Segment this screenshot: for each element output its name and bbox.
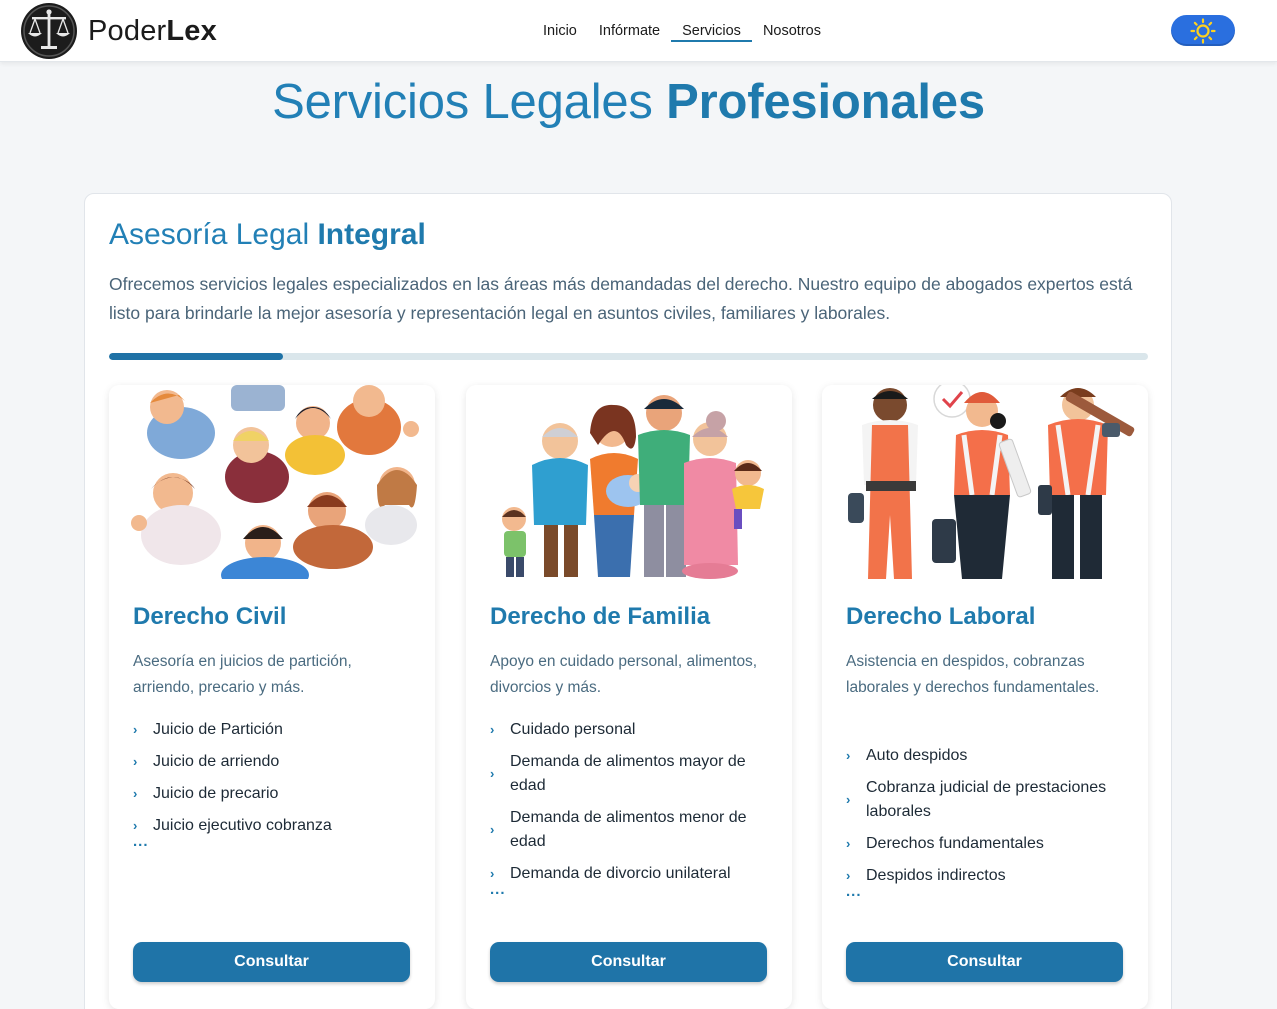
list-item-label: Cobranza judicial de prestaciones labora… — [866, 779, 1107, 820]
more-indicator: ... — [490, 881, 506, 898]
chevron-right-icon: › — [846, 836, 851, 851]
carousel-progress-bar — [109, 353, 1148, 360]
carousel-progress-fill — [109, 353, 283, 360]
family-illustration-icon — [476, 385, 782, 579]
card-description: Asesoría en juicios de partición, arrien… — [133, 653, 352, 696]
list-item: › Cobranza judicial de prestaciones labor… — [846, 776, 1132, 824]
list-item-label: Juicio de Partición — [153, 721, 283, 738]
chevron-right-icon: › — [490, 722, 495, 737]
more-indicator: ... — [133, 833, 149, 850]
list-item: › Juicio de precario — [133, 782, 419, 806]
service-card-laboral: Derecho Laboral Asistencia en despidos, … — [822, 385, 1148, 1009]
list-item-label: Demanda de divorcio unilateral — [510, 865, 731, 882]
list-item: › Demanda de divorcio unilateral — [490, 862, 776, 886]
crowd-people-illustration-icon — [119, 385, 425, 579]
nav-link-inicio[interactable]: Inicio — [532, 0, 588, 62]
list-item-label: Demanda de alimentos mayor de edad — [510, 753, 746, 794]
consultar-button[interactable]: Consultar — [846, 942, 1123, 982]
list-item: › Juicio de Partición — [133, 718, 419, 742]
service-list: › Cuidado personal › Demanda de alimentos … — [490, 718, 776, 894]
list-item-label: Despidos indirectos — [866, 867, 1006, 884]
nav-link-nosotros[interactable]: Nosotros — [752, 0, 832, 62]
card-description: Asistencia en despidos, cobranzas labora… — [846, 653, 1100, 696]
card-title: Derecho Laboral — [846, 603, 1036, 630]
sun-icon — [1190, 17, 1216, 44]
more-indicator: ... — [846, 883, 862, 900]
list-item: › Derechos fundamentales — [846, 832, 1132, 856]
chevron-right-icon: › — [133, 722, 138, 737]
card-title: Derecho de Familia — [490, 603, 711, 630]
workers-illustration-icon — [832, 385, 1138, 579]
section-description: Ofrecemos servicios legales especializad… — [109, 274, 1133, 323]
list-item-label: Juicio de precario — [153, 785, 279, 802]
list-item: › Cuidado personal — [490, 718, 776, 742]
service-list: › Juicio de Partición › Juicio de arriendo… — [133, 718, 419, 846]
section-title: Asesoría Legal Integral — [109, 218, 426, 251]
services-section: Asesoría Legal Integral Ofrecemos servic… — [84, 193, 1172, 1009]
page-title: Servicios Legales Profesionales — [272, 75, 985, 129]
list-item: › Auto despidos — [846, 744, 1132, 768]
chevron-right-icon: › — [846, 748, 851, 763]
top-navbar: PoderLex Inicio Infórmate Servicios Noso… — [0, 0, 1277, 62]
chevron-right-icon: › — [846, 792, 851, 807]
list-item: › Despidos indirectos — [846, 864, 1132, 888]
main-nav: Inicio Infórmate Servicios Nosotros — [532, 0, 832, 62]
brand-home-link[interactable]: PoderLex — [20, 2, 217, 60]
consultar-button[interactable]: Consultar — [490, 942, 767, 982]
brand-name: PoderLex — [88, 14, 217, 47]
service-list: › Auto despidos › Cobranza judicial de pre… — [846, 744, 1132, 896]
list-item-label: Demanda de alimentos menor de edad — [510, 809, 747, 850]
chevron-right-icon: › — [490, 766, 495, 781]
list-item: › Demanda de alimentos mayor de edad — [490, 750, 776, 798]
card-description: Apoyo en cuidado personal, alimentos, di… — [490, 653, 758, 696]
service-card-familia: Derecho de Familia Apoyo en cuidado pers… — [466, 385, 792, 1009]
chevron-right-icon: › — [133, 786, 138, 801]
list-item-label: Cuidado personal — [510, 721, 636, 738]
consultar-button[interactable]: Consultar — [133, 942, 410, 982]
list-item: › Demanda de alimentos menor de edad — [490, 806, 776, 854]
nav-link-informate[interactable]: Infórmate — [588, 0, 671, 62]
chevron-right-icon: › — [490, 822, 495, 837]
list-item-label: Juicio de arriendo — [153, 753, 280, 770]
nav-link-servicios[interactable]: Servicios — [671, 0, 752, 62]
theme-toggle-button[interactable] — [1171, 15, 1235, 46]
list-item: › Juicio ejecutivo cobranza — [133, 814, 419, 838]
list-item-label: Auto despidos — [866, 747, 968, 764]
card-title: Derecho Civil — [133, 603, 287, 630]
chevron-right-icon: › — [133, 754, 138, 769]
scales-of-justice-logo-icon — [21, 3, 77, 59]
list-item-label: Juicio ejecutivo cobranza — [153, 817, 332, 834]
service-card-civil: Derecho Civil Asesoría en juicios de par… — [109, 385, 435, 1009]
list-item: › Juicio de arriendo — [133, 750, 419, 774]
list-item-label: Derechos fundamentales — [866, 835, 1044, 852]
